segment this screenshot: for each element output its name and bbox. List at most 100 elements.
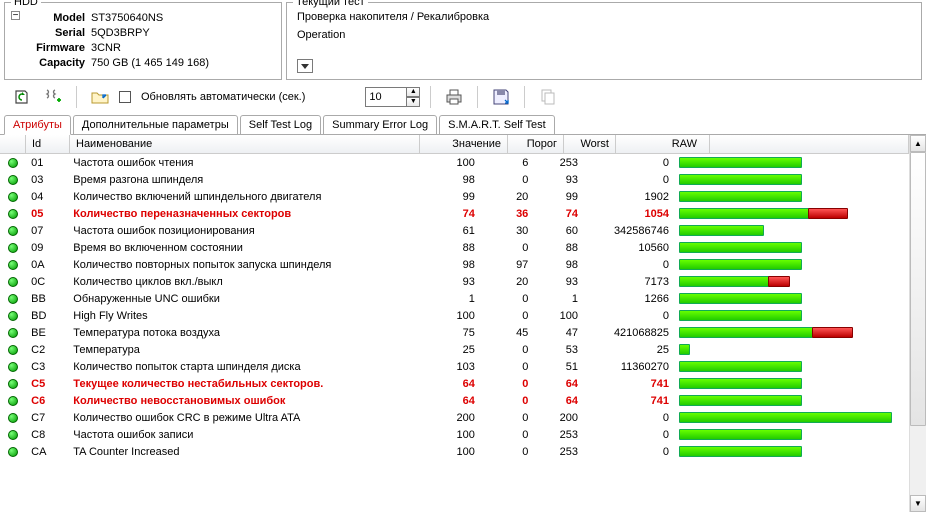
- col-worst[interactable]: Worst: [564, 135, 616, 153]
- table-row[interactable]: 03Время разгона шпинделя980930: [0, 171, 909, 188]
- interval-input[interactable]: [365, 87, 407, 107]
- name-cell: Время во включенном состоянии: [67, 242, 397, 254]
- tab-attributes[interactable]: Атрибуты: [4, 115, 71, 135]
- value-cell: 75: [397, 327, 481, 339]
- copy-button[interactable]: [535, 84, 561, 110]
- scroll-track[interactable]: [910, 152, 926, 495]
- table-row[interactable]: BBОбнаруженные UNC ошибки1011266: [0, 290, 909, 307]
- status-cell: [0, 192, 25, 202]
- bar-cell: [673, 343, 909, 356]
- hdd-group-title: HDD: [11, 0, 41, 8]
- status-dot-icon: [8, 413, 18, 423]
- table-row[interactable]: 07Частота ошибок позиционирования6130603…: [0, 222, 909, 239]
- value-cell: 200: [397, 412, 481, 424]
- table-row[interactable]: 09Время во включенном состоянии880881056…: [0, 239, 909, 256]
- table-row[interactable]: C7Количество ошибок CRC в режиме Ultra A…: [0, 409, 909, 426]
- spin-down-button[interactable]: ▼: [406, 97, 420, 107]
- threshold-cell: 45: [481, 327, 534, 339]
- bar-green: [679, 412, 892, 423]
- value-cell: 64: [397, 378, 481, 390]
- serial-label: Serial: [31, 26, 91, 41]
- status-dot-icon: [8, 158, 18, 168]
- bar-green: [679, 157, 802, 168]
- name-cell: Количество повторных попыток запуска шпи…: [67, 259, 397, 271]
- scroll-down-button[interactable]: ▼: [910, 495, 926, 512]
- id-cell: 03: [25, 174, 67, 186]
- bar-green: [679, 242, 802, 253]
- worst-cell: 253: [534, 429, 584, 441]
- save-button[interactable]: [488, 84, 514, 110]
- col-threshold[interactable]: Порог: [508, 135, 564, 153]
- raw-cell: 25: [584, 344, 673, 356]
- print-button[interactable]: [441, 84, 467, 110]
- table-row[interactable]: C5Текущее количество нестабильных сектор…: [0, 375, 909, 392]
- table-row[interactable]: C8Частота ошибок записи10002530: [0, 426, 909, 443]
- bar-cell: [673, 428, 909, 441]
- scroll-up-button[interactable]: ▲: [910, 135, 926, 152]
- bar-cell: [673, 190, 909, 203]
- value-cell: 100: [397, 446, 481, 458]
- bar-cell: [673, 207, 909, 220]
- scroll-thumb[interactable]: [910, 152, 926, 426]
- worst-cell: 93: [534, 276, 584, 288]
- status-dot-icon: [8, 226, 18, 236]
- raw-cell: 10560: [584, 242, 673, 254]
- col-bar[interactable]: [710, 135, 909, 153]
- worst-cell: 100: [534, 310, 584, 322]
- tab-smart-self-test[interactable]: S.M.A.R.T. Self Test: [439, 115, 555, 135]
- bar-cell: [673, 394, 909, 407]
- table-row[interactable]: 05Количество переназначенных секторов743…: [0, 205, 909, 222]
- open-folder-button[interactable]: [87, 84, 113, 110]
- add-script-button[interactable]: [40, 84, 66, 110]
- bar-green: [679, 446, 802, 457]
- table-row[interactable]: C2Температура2505325: [0, 341, 909, 358]
- bar-cell: [673, 292, 909, 305]
- col-id[interactable]: Id: [26, 135, 70, 153]
- worst-cell: 98: [534, 259, 584, 271]
- table-row[interactable]: 0AКоличество повторных попыток запуска ш…: [0, 256, 909, 273]
- status-dot-icon: [8, 362, 18, 372]
- value-cell: 100: [397, 157, 481, 169]
- auto-update-checkbox[interactable]: [119, 91, 131, 103]
- bar-green: [679, 361, 802, 372]
- table-row[interactable]: 04Количество включений шпиндельного двиг…: [0, 188, 909, 205]
- operation-dropdown[interactable]: [297, 59, 313, 73]
- col-name[interactable]: Наименование: [70, 135, 420, 153]
- value-cell: 103: [397, 361, 481, 373]
- bar-red: [768, 276, 790, 287]
- col-value[interactable]: Значение: [420, 135, 508, 153]
- raw-cell: 0: [584, 412, 673, 424]
- status-cell: [0, 430, 25, 440]
- id-cell: 0A: [25, 259, 67, 271]
- printer-icon: [444, 87, 464, 107]
- collapse-button[interactable]: −: [11, 11, 20, 20]
- name-cell: Количество переназначенных секторов: [67, 208, 397, 220]
- id-cell: 07: [25, 225, 67, 237]
- tab-additional-params[interactable]: Дополнительные параметры: [73, 115, 238, 135]
- value-cell: 99: [397, 191, 481, 203]
- value-cell: 100: [397, 429, 481, 441]
- tab-self-test-log[interactable]: Self Test Log: [240, 115, 321, 135]
- worst-cell: 51: [534, 361, 584, 373]
- vertical-scrollbar[interactable]: ▲ ▼: [909, 135, 926, 512]
- refresh-button[interactable]: [8, 84, 34, 110]
- table-row[interactable]: 01Частота ошибок чтения10062530: [0, 154, 909, 171]
- threshold-cell: 0: [481, 395, 534, 407]
- table-row[interactable]: CATA Counter Increased10002530: [0, 443, 909, 460]
- col-status[interactable]: [0, 135, 26, 153]
- threshold-cell: 0: [481, 412, 534, 424]
- table-row[interactable]: C6Количество невосстановимых ошибок64064…: [0, 392, 909, 409]
- table-row[interactable]: BEТемпература потока воздуха754547421068…: [0, 324, 909, 341]
- name-cell: Количество ошибок CRC в режиме Ultra ATA: [67, 412, 397, 424]
- test-description: Проверка накопителя / Рекалибровка: [297, 11, 911, 23]
- id-cell: BD: [25, 310, 67, 322]
- table-row[interactable]: 0CКоличество циклов вкл./выкл9320937173: [0, 273, 909, 290]
- spin-up-button[interactable]: ▲: [406, 87, 420, 97]
- col-raw[interactable]: RAW: [616, 135, 710, 153]
- tab-bar: Атрибуты Дополнительные параметры Self T…: [0, 114, 926, 135]
- table-row[interactable]: C3Количество попыток старта шпинделя дис…: [0, 358, 909, 375]
- threshold-cell: 0: [481, 242, 534, 254]
- tab-summary-error-log[interactable]: Summary Error Log: [323, 115, 437, 135]
- bar-green: [679, 327, 813, 338]
- table-row[interactable]: BDHigh Fly Writes10001000: [0, 307, 909, 324]
